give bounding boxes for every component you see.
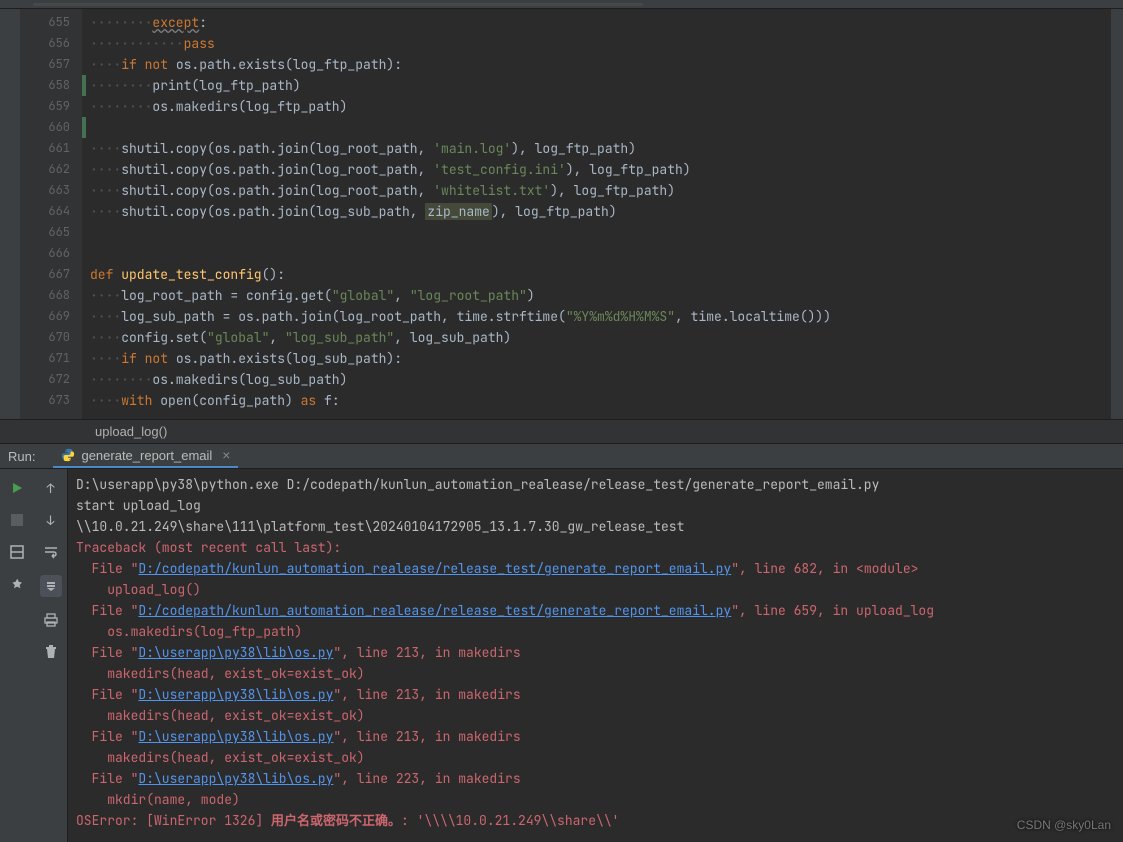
traceback-link[interactable]: D:\userapp\py38\lib\os.py — [138, 686, 333, 703]
console-line: upload_log() — [76, 579, 1115, 600]
traceback-link[interactable]: D:/codepath/kunlun_automation_realease/r… — [138, 560, 731, 577]
editor-pane: 6556566576586596606616626636646656666676… — [0, 9, 1123, 419]
traceback-link[interactable]: D:/codepath/kunlun_automation_realease/r… — [138, 602, 731, 619]
code-line[interactable]: ····shutil.copy(os.path.join(log_sub_pat… — [82, 201, 1123, 222]
code-line[interactable]: ········print(log_ftp_path) — [82, 75, 1123, 96]
code-line[interactable]: def update_test_config(): — [82, 264, 1123, 285]
code-editor[interactable]: ········except:············pass····if no… — [82, 9, 1123, 419]
console-line: File "D:/codepath/kunlun_automation_real… — [76, 600, 1115, 621]
console-line: mkdir(name, mode) — [76, 789, 1115, 810]
tab-label: generate_report_email — [81, 448, 212, 463]
traceback-link[interactable]: D:\userapp\py38\lib\os.py — [138, 770, 333, 787]
print-icon[interactable] — [42, 611, 60, 629]
code-line[interactable] — [82, 243, 1123, 264]
python-icon — [61, 448, 75, 462]
console-line: File "D:\userapp\py38\lib\os.py", line 2… — [76, 642, 1115, 663]
line-number-gutter[interactable]: 6556566576586596606616626636646656666676… — [20, 9, 82, 419]
run-panel-label: Run: — [8, 449, 35, 464]
code-line[interactable]: ····shutil.copy(os.path.join(log_root_pa… — [82, 180, 1123, 201]
run-tab-bar: Run: generate_report_email × — [0, 443, 1123, 469]
run-toolbar-secondary: ↑ ↓ — [34, 469, 68, 842]
console-line: makedirs(head, exist_ok=exist_ok) — [76, 747, 1115, 768]
code-line[interactable]: ····if not os.path.exists(log_ftp_path): — [82, 54, 1123, 75]
code-line[interactable]: ············pass — [82, 33, 1123, 54]
code-line[interactable] — [82, 117, 1123, 138]
console-line: makedirs(head, exist_ok=exist_ok) — [76, 663, 1115, 684]
code-line[interactable]: ····log_root_path = config.get("global",… — [82, 285, 1123, 306]
breadcrumb-bar[interactable]: upload_log() — [0, 419, 1123, 443]
code-line[interactable]: ····with open(config_path) as f: — [82, 390, 1123, 411]
console-line: File "D:\userapp\py38\lib\os.py", line 2… — [76, 768, 1115, 789]
pin-icon[interactable] — [8, 575, 26, 593]
trash-icon[interactable] — [42, 643, 60, 661]
down-arrow-icon[interactable]: ↓ — [42, 511, 60, 529]
search-everywhere-field[interactable] — [33, 3, 643, 6]
rerun-icon[interactable] — [8, 479, 26, 497]
code-line[interactable]: ········os.makedirs(log_ftp_path) — [82, 96, 1123, 117]
watermark: CSDN @sky0Lan — [1017, 818, 1111, 832]
code-line[interactable] — [82, 222, 1123, 243]
tool-window-strip-left[interactable] — [0, 9, 20, 419]
console-line: start upload_log — [76, 495, 1115, 516]
console-output[interactable]: D:\userapp\py38\python.exe D:/codepath/k… — [68, 469, 1123, 842]
run-toolbar-primary — [0, 469, 34, 842]
code-line[interactable]: ····shutil.copy(os.path.join(log_root_pa… — [82, 159, 1123, 180]
close-tab-icon[interactable]: × — [222, 447, 230, 463]
code-line[interactable]: ····config.set("global", "log_sub_path",… — [82, 327, 1123, 348]
console-line: File "D:/codepath/kunlun_automation_real… — [76, 558, 1115, 579]
run-config-tab[interactable]: generate_report_email × — [53, 444, 238, 468]
console-line: File "D:\userapp\py38\lib\os.py", line 2… — [76, 726, 1115, 747]
scroll-to-end-icon[interactable] — [40, 575, 62, 597]
code-line[interactable]: ····if not os.path.exists(log_sub_path): — [82, 348, 1123, 369]
console-line: OSError: [WinError 1326] 用户名或密码不正确。: '\\… — [76, 810, 1115, 831]
soft-wrap-icon[interactable] — [42, 543, 60, 561]
editor-scrollbar[interactable] — [1111, 9, 1123, 419]
stop-icon[interactable] — [8, 511, 26, 529]
console-line: Traceback (most recent call last): — [76, 537, 1115, 558]
code-line[interactable]: ····log_sub_path = os.path.join(log_root… — [82, 306, 1123, 327]
breadcrumb-item[interactable]: upload_log() — [95, 424, 167, 439]
traceback-link[interactable]: D:\userapp\py38\lib\os.py — [138, 644, 333, 661]
code-line[interactable]: ········os.makedirs(log_sub_path) — [82, 369, 1123, 390]
code-line[interactable]: ····shutil.copy(os.path.join(log_root_pa… — [82, 138, 1123, 159]
console-line: D:\userapp\py38\python.exe D:/codepath/k… — [76, 474, 1115, 495]
traceback-link[interactable]: D:\userapp\py38\lib\os.py — [138, 728, 333, 745]
console-line: File "D:\userapp\py38\lib\os.py", line 2… — [76, 684, 1115, 705]
title-bar — [0, 0, 1123, 9]
console-line: \\10.0.21.249\share\111\platform_test\20… — [76, 516, 1115, 537]
up-arrow-icon[interactable]: ↑ — [42, 479, 60, 497]
console-line: makedirs(head, exist_ok=exist_ok) — [76, 705, 1115, 726]
code-line[interactable]: ········except: — [82, 12, 1123, 33]
layout-icon[interactable] — [8, 543, 26, 561]
console-line: os.makedirs(log_ftp_path) — [76, 621, 1115, 642]
